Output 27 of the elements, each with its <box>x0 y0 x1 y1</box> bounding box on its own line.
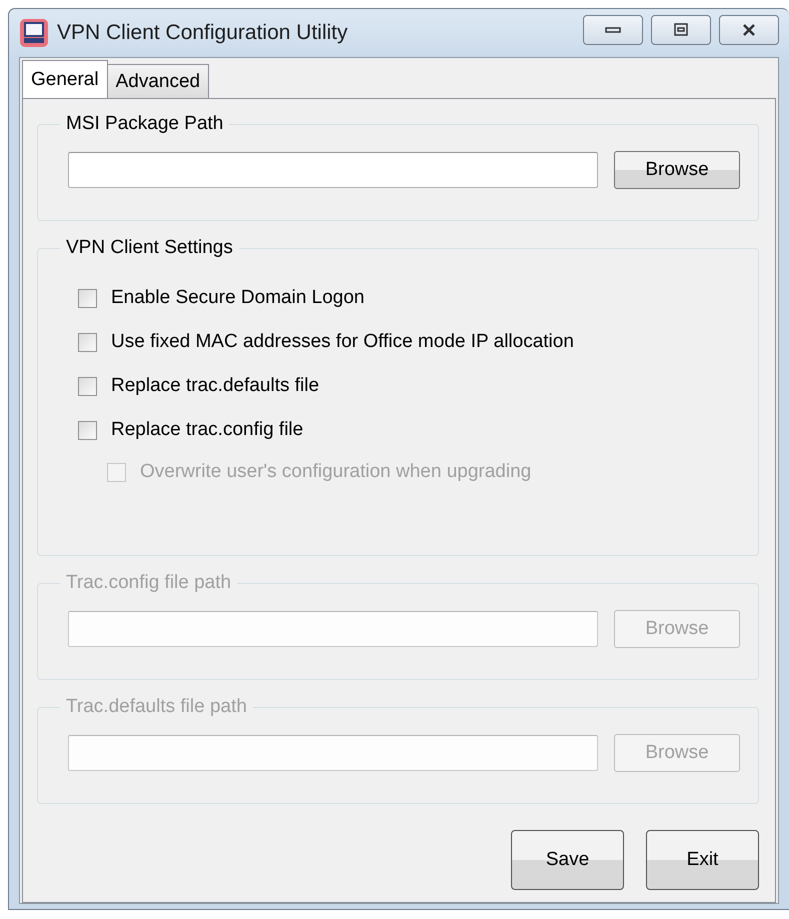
path-field[interactable] <box>68 152 598 188</box>
monitor-icon <box>19 18 49 48</box>
checkbox-label: Overwrite user's configuration when upgrading <box>140 461 532 483</box>
checkbox[interactable] <box>78 332 97 352</box>
checkbox-label: Use fixed MAC addresses for Office mode IP allocation <box>111 331 574 353</box>
maximize-button[interactable] <box>651 15 711 45</box>
group-title: Trac.defaults file path <box>65 696 248 718</box>
group-title: Trac.config file path <box>65 572 232 594</box>
maximize-icon <box>672 23 690 37</box>
checkbox[interactable] <box>78 376 97 396</box>
checkbox[interactable] <box>78 420 97 440</box>
tab[interactable]: Advanced <box>106 64 210 98</box>
checkbox-label: Enable Secure Domain Logon <box>111 287 365 309</box>
save-button[interactable]: Save <box>511 830 624 890</box>
close-icon <box>740 23 758 37</box>
checkbox-label: Replace trac.config file <box>111 419 304 441</box>
browse-button[interactable]: Browse <box>614 151 740 189</box>
minimize-icon <box>605 27 621 33</box>
minimize-button[interactable] <box>583 15 643 45</box>
checkbox[interactable] <box>78 288 97 308</box>
group-title: MSI Package Path <box>65 113 224 135</box>
group-title: VPN Client Settings <box>65 237 234 259</box>
exit-button[interactable]: Exit <box>646 830 759 890</box>
window-title: VPN Client Configuration Utility <box>57 21 349 45</box>
checkbox-label: Replace trac.defaults file <box>111 375 320 397</box>
tab[interactable]: General <box>22 60 108 98</box>
close-button[interactable] <box>719 15 779 45</box>
